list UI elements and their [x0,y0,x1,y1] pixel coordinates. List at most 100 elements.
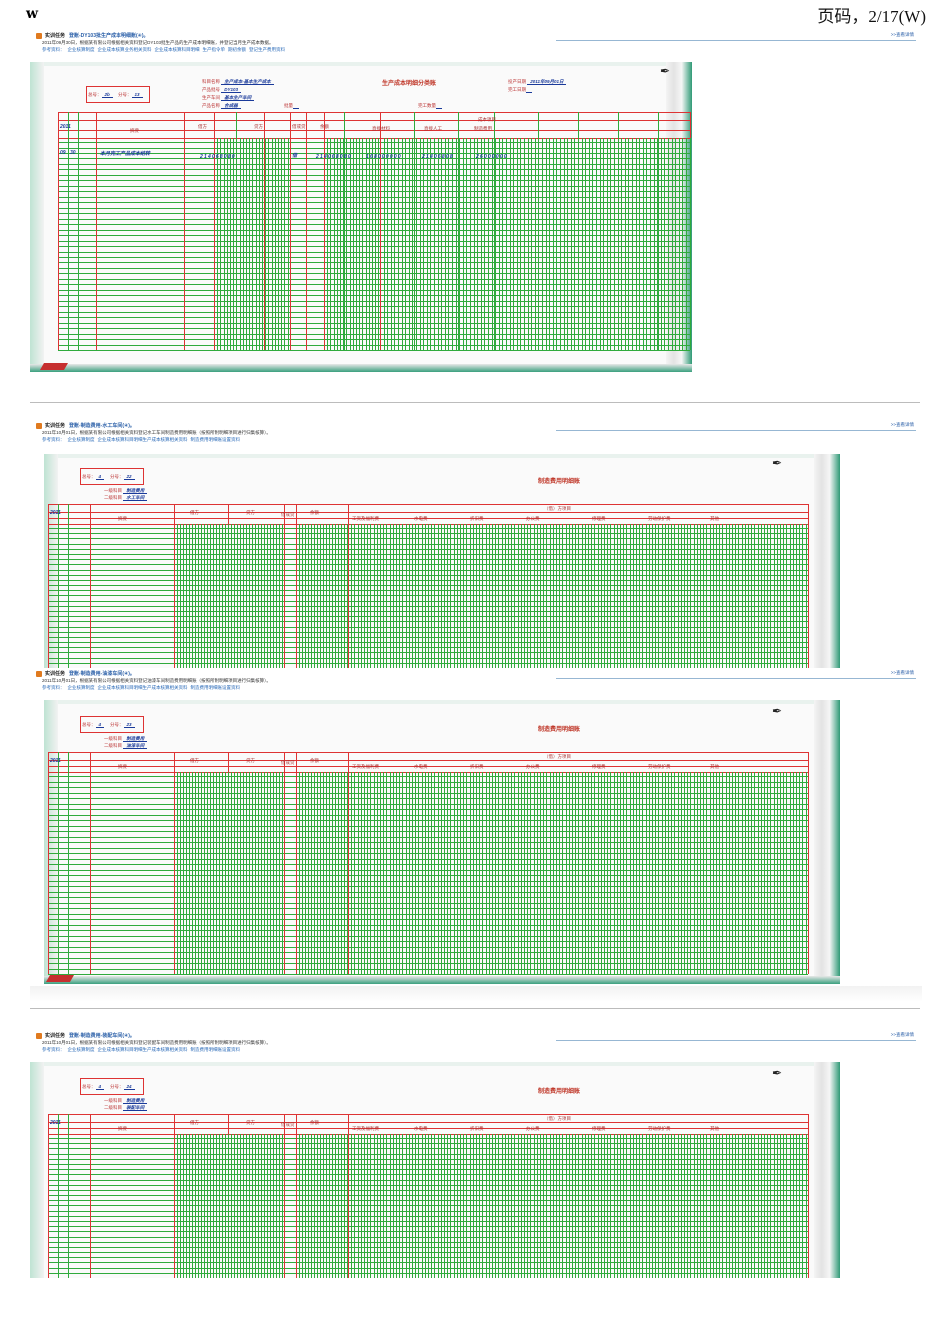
rss-icon [36,422,42,429]
bookmark-ribbon [45,975,75,982]
ledger-book: ✒ 制造费用明细账 总号： 4 分号： 22 一级科目 制造费用 二级科目 水工车间… [44,454,840,668]
grid-line [396,524,397,668]
grid-line [492,524,493,668]
ref-link[interactable]: 企业核算制度 [68,1047,95,1053]
grid-line [664,772,666,974]
row-dc: 借 [292,153,298,159]
grid-line [234,1134,235,1278]
grid-line [738,1134,740,1278]
grid-line [668,524,669,668]
field-finished-qty: 完工数量 [418,103,442,109]
book-top-band [44,700,840,704]
grid-line [174,1114,175,1278]
grid-line [455,138,457,350]
task-description: 2011年10月01日，根据某有限公司根据相关资料登记装配车间制造费用明细账（按… [42,1040,271,1045]
ref-link[interactable]: 制造费用明细账设置资料 [191,437,241,443]
grid-line [690,772,692,974]
ref-link[interactable]: 企业成本核算科目明细 [155,47,200,53]
grid-line [58,350,690,351]
ref-link[interactable]: 企业成本核算业务相关资料 [98,47,152,53]
grid-line [802,1134,804,1278]
grid-line [498,772,500,974]
grid-line [706,772,708,974]
ref-link[interactable]: 企业成本核算科目明细生产成本核算相关资料 [98,1047,188,1053]
grid-line [652,772,653,974]
task-title[interactable]: 登账-制造费用-油漆车间(④)。 [69,670,135,677]
grid-line [48,752,49,974]
grid-line [604,524,605,668]
grid-line [549,1134,551,1278]
grid-line [305,524,306,668]
cost-item: 折旧费 [470,1126,484,1131]
ledger-book: ✒ 制造费用明细账 总号： 4 分号： 23 一级科目 制造费用 二级科目 油漆车间… [44,700,840,984]
detail-link[interactable]: >>查看详情 [891,1032,914,1038]
grid-line [678,138,680,350]
ledger-book: ✒ 制造费用明细账 总号： 4 分号： 24 一级科目 制造费用 二级科目 装配车间… [30,1062,840,1278]
grid-line [252,772,253,974]
grid-line [527,524,529,668]
grid-line [282,772,283,974]
pen-icon[interactable]: ✒ [772,1066,782,1080]
grid-line [751,772,753,974]
ref-link[interactable]: 制造费用明细账设置资料 [191,1047,241,1053]
ledger-title: 制造费用明细账 [538,727,581,733]
row-cost-1: 168000000 [366,154,402,160]
grid-line [276,1134,277,1278]
grid-line [635,138,637,350]
grid-line [186,1134,187,1278]
grid-line [658,772,660,974]
grid-line [754,524,756,668]
grid-line [498,138,500,350]
grid-line [360,524,362,668]
task-label: 实训任务 [45,423,66,429]
pen-icon[interactable]: ✒ [772,704,782,718]
ref-link[interactable]: 生产指令单 [203,47,226,53]
grid-line [530,1134,532,1278]
grid-line [460,524,461,668]
grid-line [610,138,612,350]
grid-line [447,524,449,668]
grid-line [383,524,385,668]
grid-line [48,1128,808,1129]
ref-link[interactable]: 制造费用明细账设置资料 [191,685,241,691]
grid-line [231,1134,232,1278]
grid-line [434,772,436,974]
grid-line [540,1134,541,1278]
refs-label: 参考资料： [42,685,65,690]
ref-link[interactable]: 企业核算制度 [68,437,95,443]
grid-line [311,772,312,974]
task-title[interactable]: 登账-制造费用-装配车间(④)。 [69,1032,135,1039]
grid-line [484,138,486,350]
grid-line [405,1134,407,1278]
grid-line [437,772,439,974]
grid-line [527,772,529,974]
ref-link[interactable]: 企业核算制度 [68,47,95,53]
grid-line [284,752,285,974]
detail-link[interactable]: >>查看详情 [891,422,914,428]
grid-line [578,524,580,668]
grid-line [437,1134,439,1278]
detail-link[interactable]: >>查看详情 [891,32,914,38]
grid-line [192,1134,193,1278]
pen-icon[interactable]: ✒ [660,64,670,78]
grid-line [213,772,214,974]
ref-link[interactable]: 登记生产费用资料 [249,47,285,53]
grid-line [338,772,339,974]
grid-line [767,772,769,974]
grid-line [542,138,543,350]
grid-line [58,120,690,121]
ref-link[interactable]: 企业成本核算科目明细生产成本核算相关资料 [98,437,188,443]
detail-link[interactable]: >>查看详情 [891,670,914,676]
grid-line [565,1134,567,1278]
ref-link[interactable]: 期初余额 [228,47,246,53]
grid-line [725,1134,727,1278]
ref-link[interactable]: 企业核算制度 [68,685,95,691]
task-title[interactable]: 登账-制造费用-水工车间(④)。 [69,422,135,429]
task-title[interactable]: 登账-DY103批生产成本明细账(④)。 [69,32,149,39]
ref-link[interactable]: 企业成本核算科目明细生产成本核算相关资料 [98,685,188,691]
pen-icon[interactable]: ✒ [772,456,782,470]
grid-line [396,772,397,974]
grid-line [754,1134,756,1278]
grid-line [597,524,599,668]
field-workshop: 生产车间 基本生产车间 [202,95,255,101]
